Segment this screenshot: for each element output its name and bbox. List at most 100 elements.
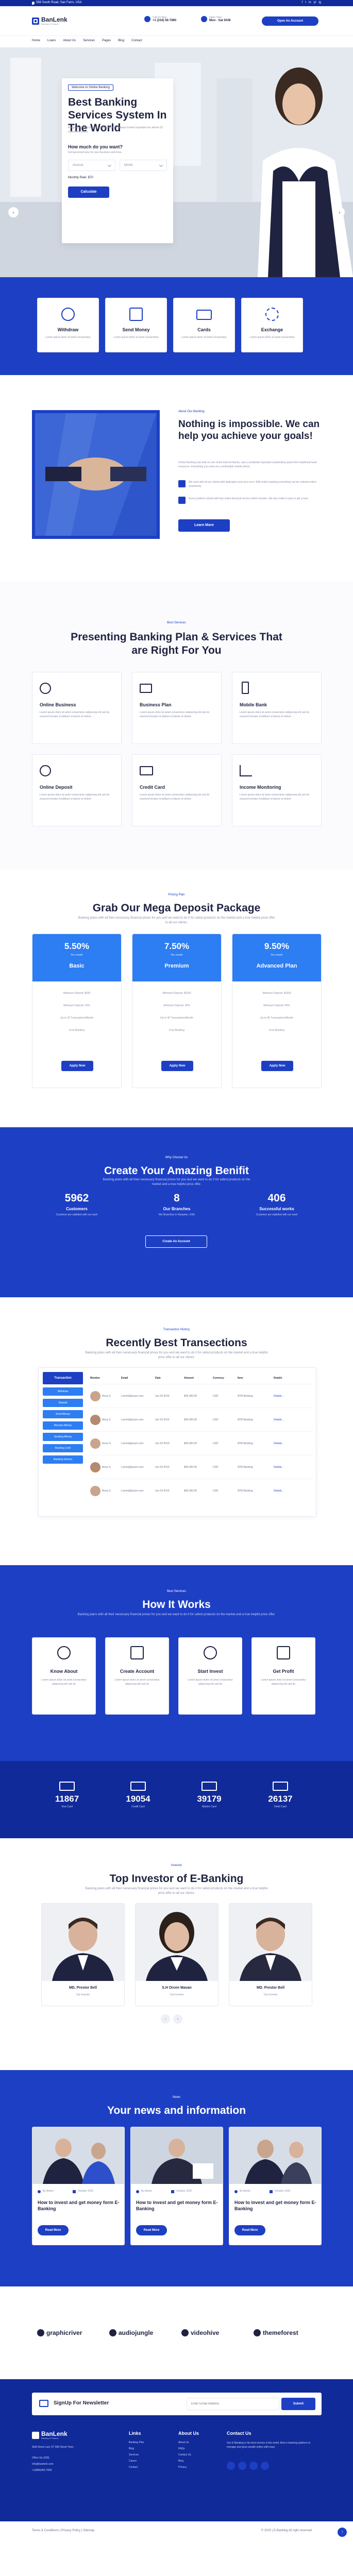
details-link[interactable]: Details... <box>274 1442 313 1445</box>
youtube-icon[interactable]: yt <box>314 1 316 4</box>
footer-email[interactable]: info@banlenk.com <box>32 2463 54 2466</box>
service-card-mobile-bank[interactable]: Mobile Bank Lorem ipsum dolor sit amet c… <box>232 672 322 744</box>
open-value: Mon - Sat 9AM <box>209 19 231 22</box>
footer-link[interactable]: Blog <box>129 2447 144 2453</box>
footer-phone-2[interactable]: +1(888)456-7890 <box>32 2469 52 2472</box>
tab-withdraw[interactable]: Withdraw <box>43 1387 83 1396</box>
service-card-online-deposit[interactable]: Online Deposit Lorem ipsum dolor sit ame… <box>32 754 122 826</box>
instagram-icon[interactable]: ig <box>318 1 321 4</box>
scroll-to-top-button[interactable]: ↑ <box>338 2528 347 2537</box>
logo[interactable]: BanLenk Banking & Finance <box>32 16 68 25</box>
amount-select[interactable]: Amount <box>68 160 115 171</box>
apply-now-button[interactable]: Apply Now <box>161 1061 193 1071</box>
card-icon <box>196 310 212 320</box>
team-prev-arrow[interactable]: ‹ <box>161 2014 170 2024</box>
news-headline[interactable]: How to invest and get money form E-Banki… <box>234 2199 317 2212</box>
nav-pages[interactable]: Pages <box>102 39 111 42</box>
footer-logo[interactable]: BanLenk Banking & Finance <box>32 2431 68 2439</box>
table-header: Member Email Date Amount Currency Item D… <box>90 1372 313 1384</box>
service-card-income-monitoring[interactable]: Income Monitoring Lorem ipsum dolor sit … <box>232 754 322 826</box>
read-more-button[interactable]: Read More <box>136 2225 167 2235</box>
tab-banking-interest[interactable]: Banking Interest <box>43 1455 83 1464</box>
footer-phone: Office No (928) <box>32 2456 49 2460</box>
details-link[interactable]: Details... <box>274 1418 313 1421</box>
service-card-online-business[interactable]: Online Business Lorem ipsum dolor sit am… <box>32 672 122 744</box>
plan-feature: Free Banking <box>69 1029 85 1032</box>
read-more-button[interactable]: Read More <box>234 2225 265 2235</box>
tab-deposit[interactable]: Deposit <box>43 1399 83 1407</box>
plan-feature: Minimum Deposit: 25% <box>63 1004 90 1007</box>
instagram-icon[interactable] <box>261 2462 269 2470</box>
apply-now-button[interactable]: Apply Now <box>261 1061 293 1071</box>
nav-loans[interactable]: Loans <box>47 39 56 42</box>
partner-logo-themeforest[interactable]: themeforest <box>254 2324 321 2342</box>
quick-card-exchange[interactable]: Exchange Lorem ipsum dolor sit amet cons… <box>241 298 303 352</box>
service-card-credit-card[interactable]: Credit Card Lorem ipsum dolor sit amet c… <box>132 754 222 826</box>
investor-role: Top Investor <box>170 1993 184 1996</box>
details-link[interactable]: Details... <box>274 1466 313 1469</box>
team-next-arrow[interactable]: › <box>173 2014 182 2024</box>
news-headline[interactable]: How to invest and get money form E-Banki… <box>136 2199 218 2212</box>
apply-now-button[interactable]: Apply Now <box>61 1061 93 1071</box>
column-header: Currency <box>213 1377 224 1380</box>
topbar-social-links: f t in yt ig <box>302 1 321 4</box>
team-title: Top Investor of E-Banking <box>109 1873 244 1885</box>
benefit-section: Why Choose Us Create Your Amazing Benifi… <box>0 1127 353 1297</box>
footer-link[interactable]: Career <box>129 2460 144 2466</box>
footer-link[interactable]: Privacy <box>178 2466 191 2472</box>
footer-link[interactable]: Contact Us <box>178 2453 191 2460</box>
tab-send-money[interactable]: Send Money <box>43 1410 83 1418</box>
hero-prev-arrow[interactable]: ‹ <box>8 207 19 217</box>
newsletter-title: SignUp For Newsletter <box>54 2400 109 2406</box>
tab-sending-money[interactable]: Sending Money <box>43 1433 83 1441</box>
withdraw-icon <box>61 308 75 321</box>
partner-logo-graphicriver[interactable]: graphicriver <box>37 2324 99 2342</box>
facebook-icon[interactable]: f <box>302 1 303 4</box>
service-card-business-plan[interactable]: Business Plan Lorem ipsum dolor sit amet… <box>132 672 222 744</box>
learn-more-button[interactable]: Learn More <box>178 519 230 532</box>
details-link[interactable]: Details... <box>274 1395 313 1398</box>
tab-transaction[interactable]: Transaction <box>43 1372 83 1384</box>
footer-link[interactable]: Banking Plan <box>129 2441 144 2447</box>
footer-link[interactable]: Contact <box>129 2466 144 2472</box>
footer-link[interactable]: Blog <box>178 2460 191 2466</box>
transactions-table: Member Email Date Amount Currency Item D… <box>90 1372 313 1503</box>
twitter-icon[interactable]: t <box>305 1 306 4</box>
nav-services[interactable]: Services <box>83 39 95 42</box>
nav-about[interactable]: About Us <box>63 39 76 42</box>
quick-card-send-money[interactable]: Send Money Lorem ipsum dolor sit amet co… <box>105 298 167 352</box>
nav-home[interactable]: Home <box>32 39 40 42</box>
newsletter-submit-button[interactable]: Submit <box>281 2398 315 2410</box>
tab-banking-limit[interactable]: Banking Limit <box>43 1444 83 1452</box>
read-more-button[interactable]: Read More <box>38 2225 69 2235</box>
investor-card: S.H Orcen Mavan Top Investor <box>135 1903 218 2006</box>
partner-logo-videohive[interactable]: videohive <box>181 2324 243 2342</box>
linkedin-icon[interactable] <box>249 2462 258 2470</box>
quick-card-withdraw[interactable]: Withdraw Lorem ipsum dolor sit amet cons… <box>37 298 99 352</box>
news-headline[interactable]: How to invest and get money form E-Banki… <box>38 2199 120 2212</box>
calculate-button[interactable]: Calculate <box>68 187 109 198</box>
facebook-icon[interactable] <box>227 2462 235 2470</box>
stat-label: Our Branches <box>163 1207 191 1211</box>
footer-link[interactable]: Services <box>129 2453 144 2460</box>
footer-link[interactable]: FAQs <box>178 2447 191 2453</box>
month-select[interactable]: Month <box>120 160 167 171</box>
linkedin-icon[interactable]: in <box>309 1 311 4</box>
nav-contact[interactable]: Contact <box>131 39 142 42</box>
footer-legal-links[interactable]: Terms & Conditions | Privacy Policy | Si… <box>32 2529 94 2532</box>
step-name: Get Profit <box>273 1669 294 1674</box>
footer-link[interactable]: About Us <box>178 2441 191 2447</box>
team-section: Investor Top Investor of E-Banking Banki… <box>0 1838 353 2070</box>
open-account-button[interactable]: Open An Account <box>262 16 318 26</box>
twitter-icon[interactable] <box>238 2462 246 2470</box>
hero-next-arrow[interactable]: › <box>334 207 345 217</box>
news-meta-date: October 2020 <box>78 2190 94 2193</box>
tab-receive-money[interactable]: Receive Money <box>43 1421 83 1430</box>
call-value: +1 (234) 56-7890 <box>153 19 177 22</box>
details-link[interactable]: Details... <box>274 1489 313 1493</box>
partner-logo-audiojungle[interactable]: audiojungle <box>109 2324 171 2342</box>
create-account-button[interactable]: Create An Account <box>145 1235 207 1248</box>
nav-blog[interactable]: Blog <box>118 39 124 42</box>
quick-card-cards[interactable]: Cards Lorem ipsum dolor sit amet consect… <box>173 298 235 352</box>
newsletter-email-input[interactable] <box>187 2398 279 2410</box>
